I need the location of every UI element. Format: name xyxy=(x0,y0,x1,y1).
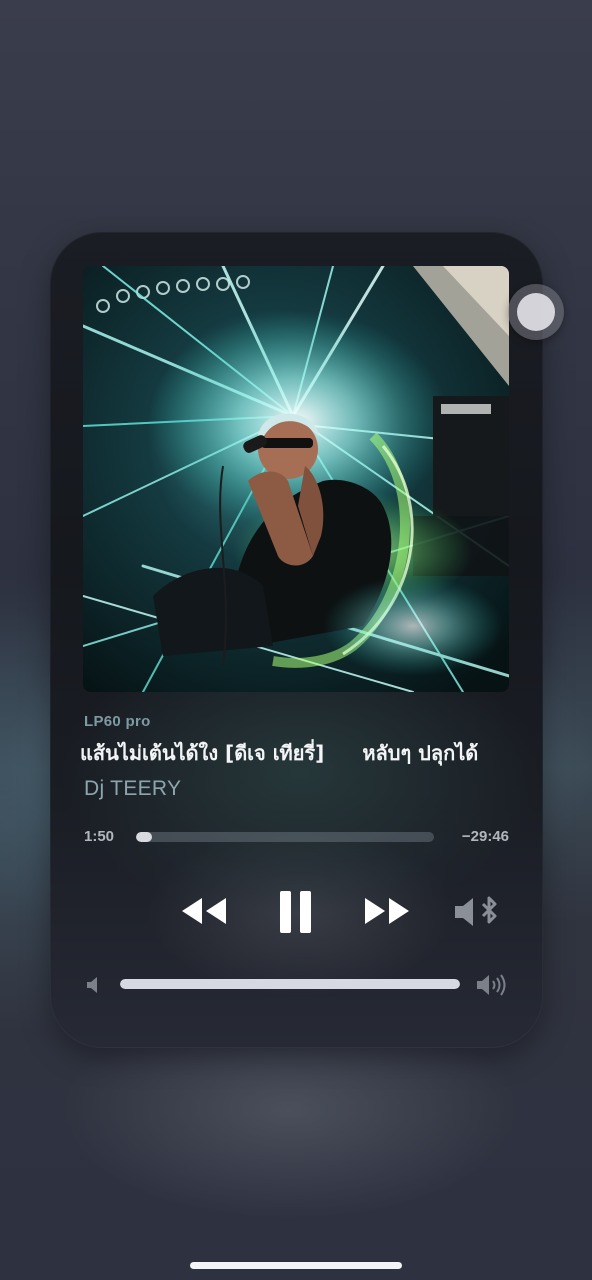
audio-output-button[interactable] xyxy=(453,894,505,935)
assistive-touch-button[interactable] xyxy=(508,284,564,340)
transport-controls xyxy=(50,882,543,942)
pause-button[interactable] xyxy=(278,889,314,940)
fast-forward-button[interactable] xyxy=(363,896,411,931)
remaining-time: −29:46 xyxy=(461,828,509,845)
home-indicator[interactable] xyxy=(190,1262,402,1269)
output-source-label: LP60 pro xyxy=(84,713,151,730)
pause-icon xyxy=(280,891,311,933)
volume-low-icon xyxy=(86,976,100,999)
artwork-image xyxy=(83,266,509,692)
artist-name: Dj TEERY xyxy=(84,777,182,800)
volume-level-fill xyxy=(120,979,460,989)
song-title-marquee: แส้นไม่เต้นได้ใง [ดีเจ เทียรี่] หลับๆ ปลุ… xyxy=(80,736,510,770)
backward-icon xyxy=(182,898,226,924)
song-title-part-2: หลับๆ ปลุกได้ xyxy=(362,741,479,765)
song-title-part-1: แส้นไม่เต้นได้ใง [ดีเจ เทียรี่] xyxy=(80,741,325,765)
speaker-bluetooth-icon xyxy=(455,896,497,926)
playback-scrubber[interactable] xyxy=(136,832,434,842)
elapsed-time: 1:50 xyxy=(84,828,115,845)
volume-high-icon xyxy=(476,974,508,1001)
volume-row xyxy=(50,970,543,1000)
song-title: แส้นไม่เต้นได้ใง [ดีเจ เทียรี่] หลับๆ ปลุ… xyxy=(80,736,510,770)
forward-icon xyxy=(365,898,409,924)
rewind-button[interactable] xyxy=(180,896,228,931)
volume-slider[interactable] xyxy=(120,979,460,989)
playback-progress-fill xyxy=(136,832,153,842)
now-playing-card: LP60 pro แส้นไม่เต้นได้ใง [ดีเจ เทียรี่]… xyxy=(50,232,543,1048)
album-artwork[interactable] xyxy=(83,266,509,692)
